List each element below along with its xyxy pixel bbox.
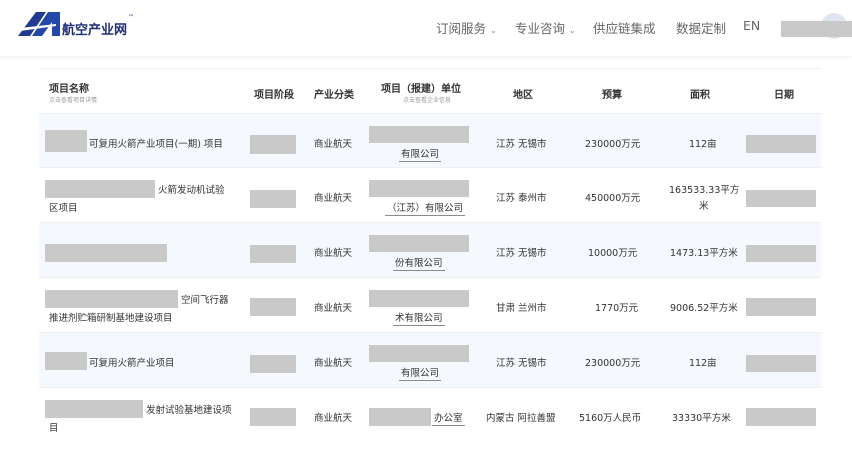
redacted-stage	[250, 298, 296, 316]
unit-link[interactable]: （江苏）有限公司	[385, 200, 466, 216]
redacted-unit	[369, 345, 469, 362]
unit-link[interactable]: 份有限公司	[393, 255, 445, 271]
redacted-unit	[369, 408, 431, 426]
unit-link[interactable]: 有限公司	[399, 146, 442, 162]
col-header-stage: 项目阶段	[254, 90, 294, 101]
budget-cell: 10000万元	[588, 248, 638, 259]
project-table: 项目名称 点击查看项目详情 项目阶段 产业分类 项目（报建）单位 点击查看企业信…	[39, 68, 821, 449]
col-header-area: 面积	[690, 90, 710, 101]
redacted-unit	[369, 290, 469, 307]
unit-link[interactable]: 术有限公司	[393, 310, 445, 326]
project-name-link[interactable]: 发射试验基地建设项	[146, 402, 232, 416]
region-cell: 甘肃 兰州市	[496, 303, 547, 314]
region-cell: 内蒙古 阿拉善盟	[486, 413, 556, 424]
col-header-name: 项目名称	[49, 84, 89, 95]
col-header-budget: 预算	[602, 90, 622, 101]
table-row[interactable]: 可复用火箭产业项目 商业航天 有限公司 江苏 无锡市 230000万元 112亩	[39, 332, 821, 388]
redacted-unit	[369, 180, 469, 197]
area-cell: 9006.52平方米	[670, 303, 738, 314]
chevron-down-icon: ⌄	[490, 26, 497, 35]
redacted-name	[45, 290, 178, 308]
nav-subscription[interactable]: 订阅服务 ⌄	[436, 18, 497, 37]
nav-consulting[interactable]: 专业咨询 ⌄	[515, 18, 576, 37]
nav-consulting-label: 专业咨询	[515, 21, 566, 36]
redacted-stage	[250, 190, 296, 208]
table-row[interactable]: 空间飞行器 推进剂贮箱研制基地建设项目 商业航天 术有限公司 甘肃 兰州市 17…	[39, 277, 821, 333]
nav-data-custom[interactable]: 数据定制	[676, 18, 726, 37]
redacted-unit	[369, 126, 469, 143]
redacted-unit	[369, 235, 469, 252]
nav-language-en[interactable]: EN	[743, 18, 760, 33]
project-name-link-line2[interactable]: 区项目	[49, 200, 78, 214]
redacted-stage	[250, 245, 296, 263]
col-header-region: 地区	[513, 90, 533, 101]
unit-link[interactable]: 有限公司	[399, 365, 442, 381]
project-name-link-line2[interactable]: 推进剂贮箱研制基地建设项目	[49, 310, 173, 324]
col-header-unit-hint: 点击查看企业信息	[403, 97, 452, 104]
area-cell: 112亩	[689, 139, 717, 150]
col-header-name-hint: 点击查看项目详情	[49, 97, 98, 104]
budget-cell: 230000万元	[585, 139, 641, 150]
area-cell: 33330平方米	[672, 413, 731, 424]
user-menu-redacted[interactable]	[781, 21, 852, 37]
redacted-stage	[250, 408, 296, 426]
redacted-stage	[250, 355, 296, 373]
region-cell: 江苏 无锡市	[496, 139, 547, 150]
unit-link[interactable]: 办公室	[432, 410, 465, 426]
redacted-date	[746, 190, 816, 207]
region-cell: 江苏 无锡市	[496, 358, 547, 369]
logo-text[interactable]: 航空产业网	[62, 19, 127, 38]
redacted-date	[746, 245, 816, 262]
redacted-name	[45, 180, 155, 198]
redacted-stage	[250, 135, 296, 154]
budget-cell: 230000万元	[585, 358, 641, 369]
redacted-date	[746, 298, 816, 316]
redacted-name	[45, 130, 87, 152]
redacted-date	[746, 355, 816, 372]
area-cell-line2: 米	[699, 201, 709, 212]
region-cell: 江苏 泰州市	[496, 193, 547, 204]
col-header-category: 产业分类	[314, 90, 354, 101]
category-cell: 商业航天	[314, 193, 353, 204]
category-cell: 商业航天	[314, 413, 353, 424]
project-name-link[interactable]: 空间飞行器	[181, 292, 229, 306]
region-cell: 江苏 无锡市	[496, 248, 547, 259]
area-cell: 1473.13平方米	[670, 248, 738, 259]
budget-cell: 5160万人民币	[579, 413, 642, 424]
nav-subscription-label: 订阅服务	[436, 21, 487, 36]
budget-cell: 450000万元	[585, 193, 641, 204]
category-cell: 商业航天	[314, 248, 353, 259]
table-header: 项目名称 点击查看项目详情 项目阶段 产业分类 项目（报建）单位 点击查看企业信…	[39, 69, 821, 113]
redacted-name	[45, 352, 87, 370]
redacted-name	[45, 400, 143, 418]
logo-trademark: ™	[128, 14, 134, 21]
table-row[interactable]: 火箭发动机试验 区项目 商业航天 （江苏）有限公司 江苏 泰州市 450000万…	[39, 167, 821, 223]
category-cell: 商业航天	[314, 358, 353, 369]
project-name-link[interactable]: 可复用火箭产业项目	[89, 355, 175, 369]
table-row[interactable]: 可复用火箭产业项目(一期) 项目 商业航天 有限公司 江苏 无锡市 230000…	[39, 113, 821, 168]
col-header-date: 日期	[774, 90, 794, 101]
nav-supply-chain[interactable]: 供应链集成	[593, 18, 656, 37]
budget-cell: 1770万元	[595, 303, 639, 314]
col-header-unit: 项目（报建）单位	[381, 84, 461, 95]
table-row[interactable]: 发射试验基地建设项 目 商业航天 办公室 内蒙古 阿拉善盟 5160万人民币 3…	[39, 387, 821, 448]
redacted-date	[746, 135, 816, 153]
project-name-link-line2[interactable]: 目	[49, 420, 59, 434]
chevron-down-icon: ⌄	[569, 26, 576, 35]
table-row[interactable]: 商业航天 份有限公司 江苏 无锡市 10000万元 1473.13平方米	[39, 222, 821, 278]
project-name-link[interactable]: 火箭发动机试验	[158, 182, 225, 196]
category-cell: 商业航天	[314, 139, 353, 150]
area-cell: 112亩	[689, 358, 717, 369]
area-cell: 163533.33平方	[669, 185, 740, 196]
redacted-name[interactable]	[45, 244, 167, 262]
top-header: 航空产业网 ™ 订阅服务 ⌄ 专业咨询 ⌄ 供应链集成 数据定制 EN	[0, 0, 852, 56]
project-name-link[interactable]: 可复用火箭产业项目(一期) 项目	[89, 136, 223, 150]
redacted-date	[746, 408, 816, 426]
category-cell: 商业航天	[314, 303, 353, 314]
logo-mark-icon	[18, 12, 60, 36]
